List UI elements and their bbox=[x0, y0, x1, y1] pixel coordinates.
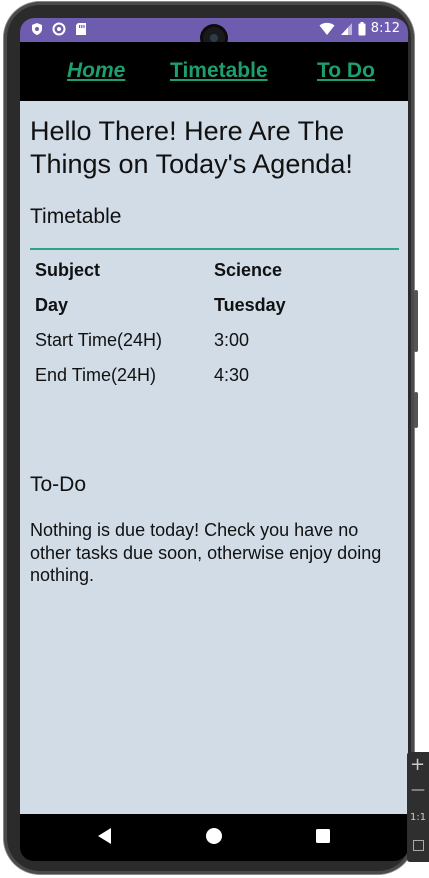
timetable-label-subject: Subject bbox=[35, 260, 101, 280]
nav-link-home[interactable]: Home bbox=[67, 59, 125, 83]
wifi-icon bbox=[319, 22, 335, 35]
page-content: Hello There! Here Are The Things on Toda… bbox=[20, 101, 408, 814]
timetable-label-start-time: Start Time(24H) bbox=[35, 330, 163, 350]
timetable-divider bbox=[30, 248, 399, 250]
system-nav-bar bbox=[20, 814, 408, 861]
power-button bbox=[414, 392, 418, 428]
top-nav: Home Timetable To Do bbox=[20, 42, 408, 101]
sd-card-icon bbox=[76, 23, 86, 35]
todo-heading: To-Do bbox=[30, 473, 87, 496]
screen: 8:12 Home Timetable To Do Hello There! H… bbox=[20, 18, 408, 861]
emulator-zoom-panel: + — 1:1 bbox=[407, 752, 429, 862]
zoom-out-icon[interactable]: — bbox=[411, 782, 425, 798]
timetable-value-subject: Science bbox=[214, 260, 283, 280]
nav-link-todo[interactable]: To Do bbox=[317, 59, 375, 83]
sync-icon bbox=[52, 22, 66, 36]
timetable-value-end-time: 4:30 bbox=[214, 365, 250, 385]
shield-icon bbox=[32, 23, 42, 35]
phone-frame: 8:12 Home Timetable To Do Hello There! H… bbox=[4, 2, 418, 874]
battery-icon bbox=[358, 21, 366, 35]
timetable-value-start-time: 3:00 bbox=[214, 330, 250, 350]
nav-link-timetable[interactable]: Timetable bbox=[170, 59, 268, 83]
timetable-heading: Timetable bbox=[30, 205, 122, 228]
notification-icons bbox=[30, 22, 88, 36]
recents-button[interactable] bbox=[315, 827, 331, 845]
system-icons: 8:12 bbox=[319, 21, 400, 36]
fit-screen-icon[interactable] bbox=[413, 840, 424, 851]
todo-message: Nothing is due today! Check you have no … bbox=[30, 520, 382, 585]
cellular-signal-icon bbox=[340, 22, 352, 35]
zoom-in-icon[interactable]: + bbox=[410, 754, 425, 775]
zoom-ratio-button[interactable]: 1:1 bbox=[410, 812, 426, 823]
home-button[interactable] bbox=[205, 827, 223, 845]
volume-button bbox=[414, 290, 418, 352]
back-button[interactable] bbox=[97, 827, 113, 845]
clock: 8:12 bbox=[370, 21, 400, 36]
timetable-label-day: Day bbox=[35, 295, 69, 315]
page-title: Hello There! Here Are The Things on Toda… bbox=[30, 116, 353, 179]
timetable-label-end-time: End Time(24H) bbox=[35, 365, 157, 385]
timetable-value-day: Tuesday bbox=[214, 295, 286, 315]
